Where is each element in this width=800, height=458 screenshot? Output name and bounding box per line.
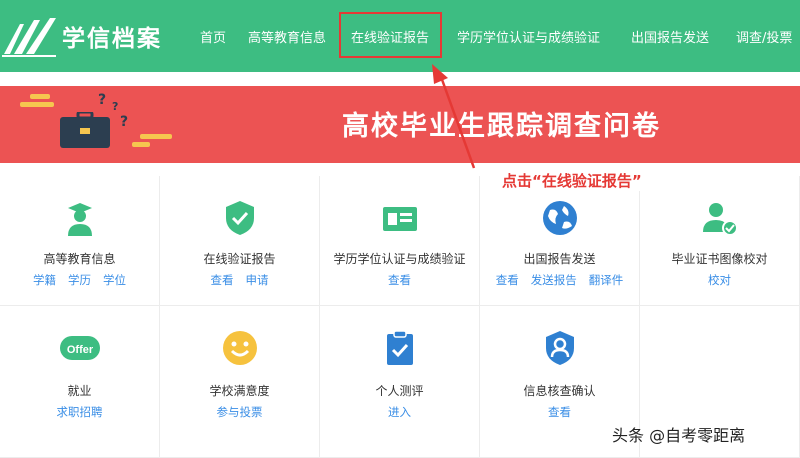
annotation-instruction: 点击“在线验证报告”: [500, 170, 644, 191]
link-degree[interactable]: 学位: [103, 273, 126, 287]
annotation-highlight-box: [339, 12, 442, 58]
tile-links: 查看: [480, 404, 639, 420]
link-view[interactable]: 查看: [211, 273, 234, 287]
book-logo-icon: [2, 18, 56, 57]
tile-links: 查看 发送报告 翻译件: [480, 272, 639, 288]
service-tile-overseas-report[interactable]: 出国报告发送 查看 发送报告 翻译件: [480, 176, 640, 306]
nav-overseas-report[interactable]: 出国报告发送: [631, 27, 709, 46]
decor-dash: [132, 142, 150, 147]
annotation-arrow: [432, 64, 476, 169]
link-vote[interactable]: 参与投票: [217, 405, 263, 419]
nav-higher-education-info[interactable]: 高等教育信息: [248, 27, 326, 46]
logo-text: 学信档案: [62, 26, 162, 52]
banner-title: 高校毕业生跟踪调查问卷: [342, 111, 661, 142]
tile-title: 学历学位认证与成绩验证: [333, 252, 466, 266]
smiley-face-icon: [222, 331, 257, 365]
service-tile-education-info[interactable]: 高等教育信息 学籍 学历 学位: [0, 176, 160, 306]
link-send-report[interactable]: 发送报告: [531, 273, 577, 287]
tile-links: 求职招聘: [0, 404, 159, 420]
tile-links: 进入: [320, 404, 479, 420]
link-translation[interactable]: 翻译件: [589, 273, 624, 287]
service-tile-degree-certification[interactable]: 学历学位认证与成绩验证 查看: [320, 176, 480, 306]
tile-title: 个人测评: [375, 384, 424, 398]
tile-title: 就业: [67, 384, 92, 398]
tile-links: 查看: [320, 272, 479, 288]
service-tile-certificate-image[interactable]: 毕业证书图像校对 校对: [640, 176, 800, 306]
tile-links: 查看 申请: [160, 272, 319, 288]
offer-badge-text: Offer: [66, 344, 93, 356]
link-job-search[interactable]: 求职招聘: [57, 405, 103, 419]
tile-title: 高等教育信息: [43, 252, 116, 266]
id-card-icon: [382, 207, 417, 231]
tile-links: 参与投票: [160, 404, 319, 420]
service-grid: 高等教育信息 学籍 学历 学位 在线验证报告 查看 申请 学历学位认证与成绩验证 查看: [0, 176, 800, 458]
nav-home[interactable]: 首页: [200, 27, 226, 46]
globe-icon: [542, 201, 577, 235]
question-mark-decor: ?: [112, 100, 119, 113]
service-tile-online-verification[interactable]: 在线验证报告 查看 申请: [160, 176, 320, 306]
link-enrollment[interactable]: 学籍: [33, 273, 56, 287]
service-tile-personal-assessment[interactable]: 个人测评 进入: [320, 306, 480, 458]
tile-links: 学籍 学历 学位: [0, 272, 159, 288]
link-view[interactable]: 查看: [548, 405, 571, 419]
user-check-icon: [702, 203, 738, 236]
logo[interactable]: 学信档案: [0, 12, 162, 60]
graduate-icon: [67, 203, 92, 236]
tile-title: 信息核查确认: [523, 384, 596, 398]
briefcase-icon: [60, 112, 110, 148]
survey-banner[interactable]: ? ? ? 高校毕业生跟踪调查问卷: [0, 86, 800, 163]
tile-title: 在线验证报告: [203, 252, 276, 266]
decor-dash: [140, 134, 172, 139]
tile-title: 毕业证书图像校对: [671, 252, 768, 266]
link-enter[interactable]: 进入: [388, 405, 411, 419]
tile-links: 校对: [640, 272, 799, 288]
service-tile-school-satisfaction[interactable]: 学校满意度 参与投票: [160, 306, 320, 458]
watermark-text: 头条 @自考零距离: [612, 426, 746, 445]
tile-title: 出国报告发送: [523, 252, 596, 266]
service-tile-employment[interactable]: Offer 就业 求职招聘: [0, 306, 160, 458]
link-apply[interactable]: 申请: [246, 273, 269, 287]
link-view[interactable]: 查看: [388, 273, 411, 287]
shield-check-icon: [225, 201, 254, 235]
nav-survey-vote[interactable]: 调查/投票: [736, 27, 792, 46]
shield-user-icon: [545, 331, 574, 365]
question-mark-decor: ?: [98, 92, 107, 108]
link-proofread[interactable]: 校对: [708, 273, 731, 287]
link-diploma[interactable]: 学历: [68, 273, 91, 287]
decor-dash: [20, 102, 54, 107]
clipboard-check-icon: [386, 330, 413, 365]
question-mark-decor: ?: [120, 114, 129, 130]
tile-title: 学校满意度: [209, 384, 270, 398]
nav-degree-certification[interactable]: 学历学位认证与成绩验证: [457, 27, 600, 46]
top-navbar: 学信档案 首页 高等教育信息 在线验证报告 学历学位认证与成绩验证 出国报告发送…: [0, 0, 800, 72]
link-view[interactable]: 查看: [496, 273, 519, 287]
decor-dash: [30, 94, 50, 99]
offer-badge-icon: Offer: [59, 336, 100, 360]
